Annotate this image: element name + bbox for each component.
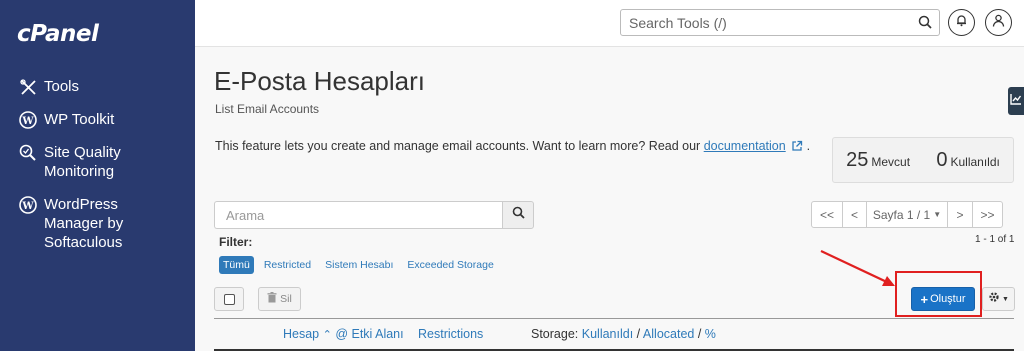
page-select[interactable]: Sayfa 1 / 1 ▼: [866, 201, 948, 228]
annotation-arrow-icon: [820, 250, 895, 286]
filter-label: Filter:: [219, 235, 253, 249]
storage-prefix: Storage:: [531, 327, 579, 341]
user-account-button[interactable]: [985, 9, 1012, 36]
account-search-placeholder: Arama: [226, 208, 265, 223]
select-all-checkbox[interactable]: [214, 287, 244, 311]
column-account-domain[interactable]: Hesap ⌃ @ Etki Alanı: [283, 327, 404, 341]
stat-used: 0 Kullanıldı: [936, 149, 1000, 172]
page-subtitle: List Email Accounts: [215, 102, 320, 116]
account-search-button[interactable]: [502, 201, 534, 229]
table-top-border: [214, 318, 1014, 319]
trash-icon: [267, 292, 277, 306]
delete-label: Sil: [280, 293, 292, 305]
filter-system-account[interactable]: Sistem Hesabı: [321, 256, 397, 274]
page-select-label: Sayfa 1 / 1: [872, 207, 931, 222]
svg-text:W: W: [21, 201, 34, 212]
sidebar-item-site-quality-monitoring[interactable]: Site Quality Monitoring: [18, 143, 121, 181]
site-quality-icon: [18, 143, 38, 163]
checkbox-box: [223, 293, 235, 305]
available-count: 25: [846, 148, 869, 171]
user-account-icon: [992, 14, 1005, 32]
pagination: << < Sayfa 1 / 1 ▼ > >>: [811, 201, 1003, 228]
search-tools-placeholder: Search Tools (/): [629, 15, 727, 31]
filter-restricted[interactable]: Restricted: [260, 256, 315, 274]
column-restrictions-sort[interactable]: Restrictions: [418, 327, 483, 341]
notifications-button[interactable]: [948, 9, 975, 36]
prev-page-button[interactable]: <: [842, 201, 867, 228]
search-icon: [512, 206, 525, 224]
wordpress-icon: W: [18, 195, 38, 215]
first-page-button[interactable]: <<: [811, 201, 843, 228]
column-restrictions[interactable]: Restrictions: [418, 327, 483, 341]
sidebar-item-wp-toolkit[interactable]: W WP Toolkit: [18, 110, 114, 130]
chart-icon: [1010, 92, 1022, 110]
filter-all[interactable]: Tümü: [219, 256, 254, 274]
sort-ascending-icon[interactable]: ⌃: [323, 329, 332, 341]
sidebar-item-label: Tools: [44, 78, 80, 95]
description-suffix: .: [806, 139, 811, 153]
external-link-icon[interactable]: [791, 140, 803, 155]
account-stats: 25 Mevcut 0 Kullanıldı: [832, 137, 1014, 183]
sidebar-item-tools[interactable]: Tools: [18, 77, 79, 97]
available-label: Mevcut: [871, 154, 911, 169]
settings-dropdown-button[interactable]: ▼: [982, 287, 1015, 311]
sidebar-item-label: WP Toolkit: [44, 111, 115, 128]
column-storage-used-sort[interactable]: Kullanıldı: [582, 327, 633, 341]
gear-icon: [988, 290, 1000, 308]
statistics-panel-toggle[interactable]: [1008, 87, 1024, 115]
column-domain-sort[interactable]: @ Etki Alanı: [335, 327, 403, 341]
results-range: 1 - 1 of 1: [975, 234, 1015, 245]
page-description: This feature lets you create and manage …: [215, 139, 810, 155]
annotation-highlight-box: [895, 271, 982, 317]
next-page-button[interactable]: >: [947, 201, 973, 228]
cpanel-logo[interactable]: cPanel: [17, 21, 99, 47]
search-icon[interactable]: [918, 15, 932, 34]
stat-available: 25 Mevcut: [846, 149, 910, 172]
used-count: 0: [936, 148, 948, 171]
wordpress-icon: W: [18, 110, 38, 130]
sidebar-item-label: Site Quality Monitoring: [44, 144, 121, 180]
sidebar-item-label: WordPress Manager by Softaculous: [44, 196, 124, 251]
used-label: Kullanıldı: [950, 154, 1000, 169]
filter-exceeded-storage[interactable]: Exceeded Storage: [403, 256, 497, 274]
delete-button[interactable]: Sil: [258, 287, 301, 311]
column-storage: Storage: Kullanıldı / Allocated / %: [531, 327, 716, 341]
svg-text:W: W: [21, 116, 34, 127]
documentation-link[interactable]: documentation: [704, 139, 786, 153]
sidebar-item-wordpress-manager[interactable]: W WordPress Manager by Softaculous: [18, 195, 123, 252]
column-storage-percent-sort[interactable]: %: [705, 327, 716, 341]
filter-options: Tümü Restricted Sistem Hesabı Exceeded S…: [219, 256, 498, 274]
notifications-bell-icon: [955, 14, 968, 32]
account-search-input[interactable]: Arama: [214, 201, 502, 229]
page-title: E-Posta Hesapları: [214, 66, 425, 96]
column-account-sort[interactable]: Hesap: [283, 327, 319, 341]
column-storage-allocated-sort[interactable]: Allocated: [643, 327, 694, 341]
tools-icon: [18, 77, 38, 97]
search-tools-input[interactable]: Search Tools (/): [620, 9, 940, 36]
chevron-down-icon: ▼: [933, 210, 942, 219]
chevron-down-icon: ▼: [1002, 295, 1009, 303]
last-page-button[interactable]: >>: [972, 201, 1003, 228]
sidebar: cPanel Tools W WP Toolkit Site Quality M…: [0, 0, 195, 351]
description-text: This feature lets you create and manage …: [215, 139, 704, 153]
